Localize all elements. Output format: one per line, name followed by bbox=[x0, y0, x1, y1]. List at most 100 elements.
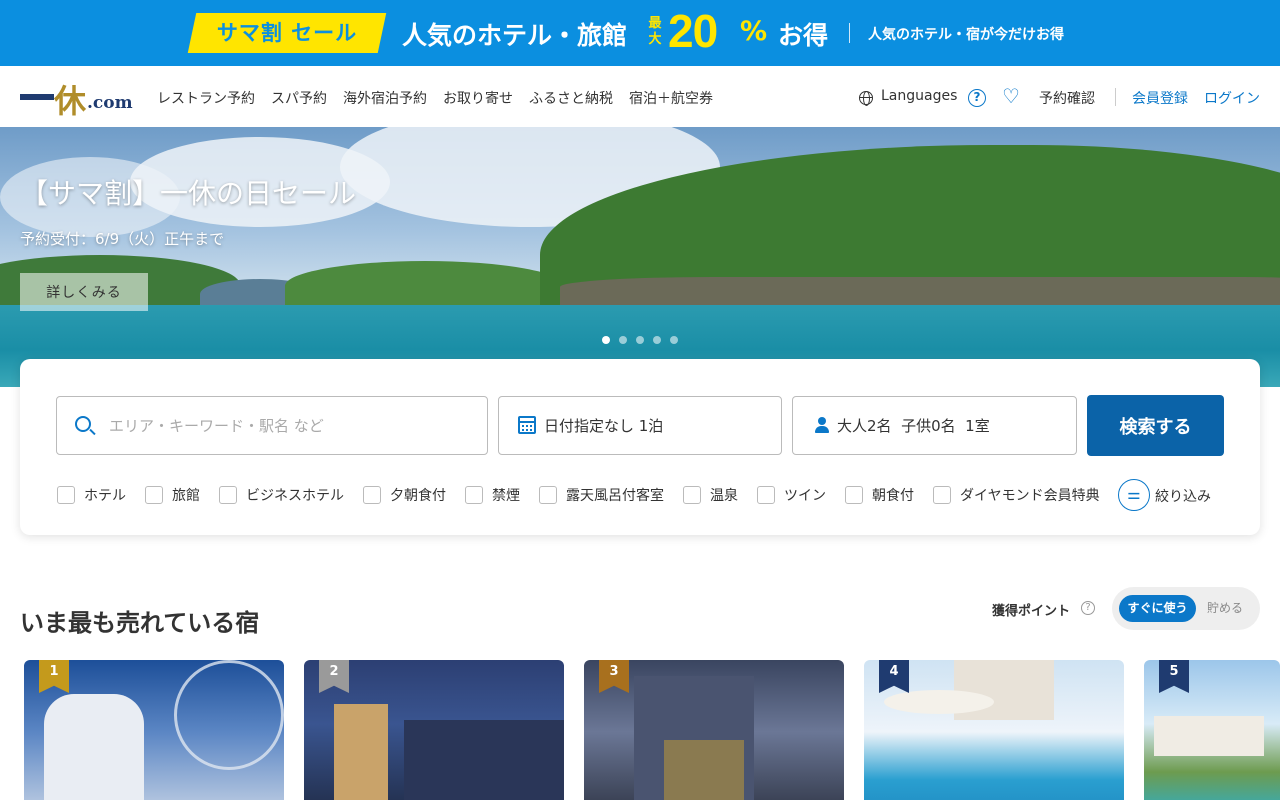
date-value: 日付指定なし 1泊 bbox=[544, 417, 664, 435]
ikyu-logo[interactable]: 休 .com bbox=[20, 79, 135, 120]
checkbox[interactable] bbox=[57, 486, 75, 504]
help-icon[interactable]: ? bbox=[968, 89, 986, 107]
filter-label: 夕朝食付 bbox=[390, 488, 446, 504]
filter-label: 朝食付 bbox=[872, 488, 914, 504]
filter-diamond-benefit[interactable]: ダイヤモンド会員特典 bbox=[933, 485, 1100, 505]
promo-divider bbox=[849, 23, 850, 43]
filter-twin[interactable]: ツイン bbox=[757, 485, 826, 505]
promo-percent: 20 bbox=[668, 5, 718, 57]
main-nav: レストラン予約 スパ予約 海外宿泊予約 お取り寄せ ふるさと納税 宿泊＋航空券 bbox=[157, 88, 713, 108]
filter-label: ビジネスホテル bbox=[246, 488, 344, 504]
promo-banner[interactable]: サマ割 セール 人気のホテル・旅館 最大 20 % お得 人気のホテル・宿が今だ… bbox=[0, 0, 1280, 66]
toggle-use-now[interactable]: すぐに使う bbox=[1119, 595, 1196, 622]
nav-spa[interactable]: スパ予約 bbox=[271, 88, 327, 108]
filter-label: ダイヤモンド会員特典 bbox=[960, 488, 1100, 504]
points-help-icon[interactable]: ? bbox=[1081, 601, 1095, 615]
checkbox[interactable] bbox=[933, 486, 951, 504]
points-toggle[interactable]: すぐに使う 貯める bbox=[1112, 587, 1260, 630]
nav-furusato[interactable]: ふるさと納税 bbox=[529, 88, 613, 108]
carousel-dot[interactable] bbox=[619, 336, 627, 344]
carousel-dots bbox=[602, 336, 678, 344]
checkbox[interactable] bbox=[363, 486, 381, 504]
filter-non-smoking[interactable]: 禁煙 bbox=[465, 485, 520, 505]
hotel-building bbox=[334, 704, 388, 800]
carousel-dot[interactable] bbox=[653, 336, 661, 344]
hotel-building bbox=[1154, 716, 1264, 756]
guests-value: 大人2名 子供0名 1室 bbox=[837, 417, 990, 435]
refine-filter-label[interactable]: 絞り込み bbox=[1155, 486, 1211, 506]
languages-link[interactable]: Languages bbox=[881, 88, 957, 104]
checkbox[interactable] bbox=[145, 486, 163, 504]
hotel-card[interactable]: 2 bbox=[304, 660, 564, 800]
filter-label: 旅館 bbox=[172, 488, 200, 504]
filter-open-air-bath[interactable]: 露天風呂付客室 bbox=[539, 485, 664, 505]
checkbox[interactable] bbox=[219, 486, 237, 504]
city-skyline bbox=[404, 720, 564, 800]
hero-carousel[interactable]: 【サマ割】一休の日セール 予約受付：6/9（火）正午まで 詳しくみる bbox=[0, 127, 1280, 387]
parasol bbox=[884, 690, 994, 714]
station-facade bbox=[664, 740, 744, 800]
filter-label: 禁煙 bbox=[492, 488, 520, 504]
nav-restaurant[interactable]: レストラン予約 bbox=[157, 88, 255, 108]
date-field[interactable]: 日付指定なし 1泊 bbox=[498, 396, 782, 455]
checkbox[interactable] bbox=[845, 486, 863, 504]
hotel-card[interactable]: 3 bbox=[584, 660, 844, 800]
hotel-card-list: 1 2 3 4 5 bbox=[24, 660, 1280, 800]
promo-percent-sign: % bbox=[740, 16, 768, 47]
logo-kanji: 休 bbox=[54, 82, 87, 120]
search-panel: 日付指定なし 1泊 大人2名 子供0名 1室 検索する ホテル 旅館 ビジネスホ… bbox=[20, 359, 1260, 535]
promo-title: 人気のホテル・旅館 bbox=[402, 21, 628, 50]
checkbox[interactable] bbox=[683, 486, 701, 504]
promo-max-label: 最大 bbox=[648, 16, 662, 47]
header-divider bbox=[1115, 88, 1116, 106]
points-label: 獲得ポイント bbox=[992, 604, 1071, 619]
logo-com: .com bbox=[87, 93, 133, 113]
hotel-card[interactable]: 5 bbox=[1144, 660, 1280, 800]
carousel-dot[interactable] bbox=[602, 336, 610, 344]
hotel-card[interactable]: 1 bbox=[24, 660, 284, 800]
keyword-field[interactable] bbox=[56, 396, 488, 455]
logo-bar bbox=[20, 94, 54, 100]
section-title-bestsellers: いま最も売れている宿 bbox=[20, 609, 260, 637]
checkbox[interactable] bbox=[539, 486, 557, 504]
hotel-building bbox=[44, 694, 144, 800]
rank-badge: 1 bbox=[39, 660, 69, 693]
guests-field[interactable]: 大人2名 子供0名 1室 bbox=[792, 396, 1077, 455]
login-link[interactable]: ログイン bbox=[1204, 88, 1260, 108]
filter-business-hotel[interactable]: ビジネスホテル bbox=[219, 485, 344, 505]
filter-ryokan[interactable]: 旅館 bbox=[145, 485, 200, 505]
carousel-dot[interactable] bbox=[636, 336, 644, 344]
filter-hotel[interactable]: ホテル bbox=[57, 485, 126, 505]
rank-badge: 2 bbox=[319, 660, 349, 693]
search-button[interactable]: 検索する bbox=[1087, 395, 1224, 456]
rank-badge: 3 bbox=[599, 660, 629, 693]
checkbox[interactable] bbox=[465, 486, 483, 504]
reservations-link[interactable]: 予約確認 bbox=[1039, 88, 1095, 108]
promo-otoku: お得 bbox=[778, 21, 829, 50]
hotel-card[interactable]: 4 bbox=[864, 660, 1124, 800]
rank-badge: 4 bbox=[879, 660, 909, 693]
filter-dinner-breakfast[interactable]: 夕朝食付 bbox=[363, 485, 446, 505]
filter-breakfast[interactable]: 朝食付 bbox=[845, 485, 914, 505]
refine-filter-icon[interactable]: ⚌ bbox=[1118, 479, 1150, 511]
carousel-dot[interactable] bbox=[670, 336, 678, 344]
nav-otoriyose[interactable]: お取り寄せ bbox=[443, 88, 513, 108]
search-icon bbox=[75, 416, 91, 432]
toggle-save[interactable]: 貯める bbox=[1207, 595, 1243, 622]
calendar-icon bbox=[518, 416, 536, 434]
person-icon bbox=[814, 417, 830, 434]
filter-onsen[interactable]: 温泉 bbox=[683, 485, 738, 505]
nav-overseas[interactable]: 海外宿泊予約 bbox=[343, 88, 427, 108]
globe-icon[interactable] bbox=[859, 91, 873, 106]
filter-label: 露天風呂付客室 bbox=[566, 488, 664, 504]
nav-hotel-air[interactable]: 宿泊＋航空券 bbox=[629, 88, 713, 108]
hero-details-button[interactable]: 詳しくみる bbox=[20, 273, 148, 311]
site-header: 休 .com レストラン予約 スパ予約 海外宿泊予約 お取り寄せ ふるさと納税 … bbox=[0, 66, 1280, 127]
keyword-input[interactable] bbox=[109, 397, 479, 454]
ferris-wheel bbox=[174, 660, 284, 770]
checkbox[interactable] bbox=[757, 486, 775, 504]
filter-label: 温泉 bbox=[710, 488, 738, 504]
signup-link[interactable]: 会員登録 bbox=[1132, 88, 1188, 108]
hero-title: 【サマ割】一休の日セール bbox=[20, 177, 357, 210]
favorites-heart-icon[interactable]: ♡ bbox=[1002, 86, 1020, 106]
